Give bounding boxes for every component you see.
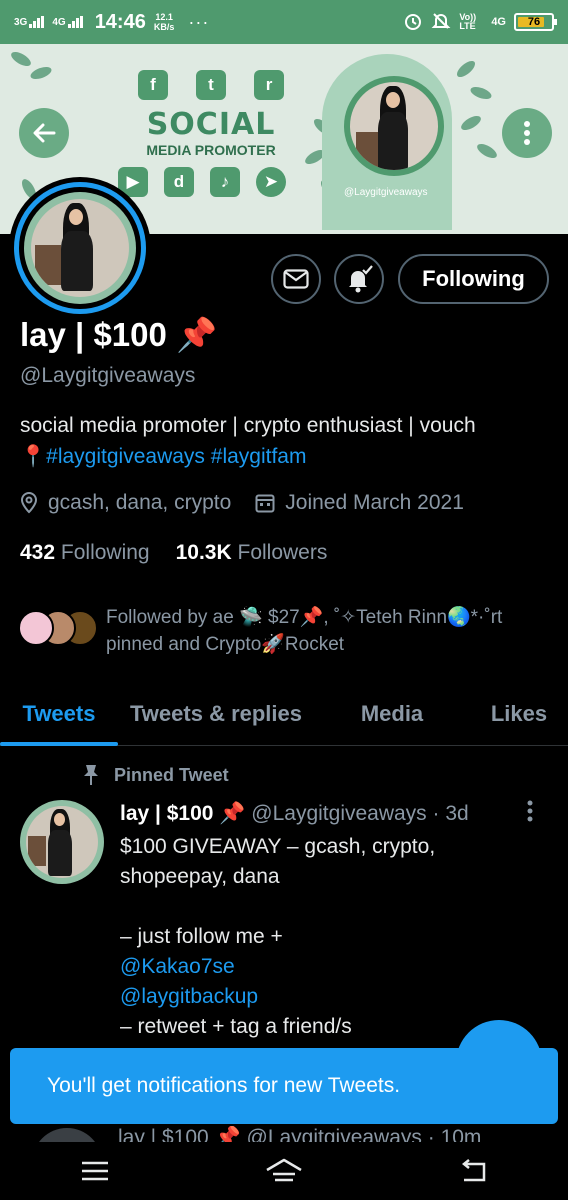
following-button[interactable]: Following xyxy=(398,254,549,304)
message-button[interactable] xyxy=(271,254,321,304)
pinned-text: Pinned Tweet xyxy=(114,764,229,785)
facebook-icon: f xyxy=(138,70,168,100)
location: gcash, dana, crypto xyxy=(20,491,231,515)
banner-title: SOCIAL MEDIA PROMOTER xyxy=(116,107,306,158)
bell-check-icon xyxy=(349,265,373,293)
clock: 14:46 xyxy=(94,10,146,33)
tiktok-icon: ♪ xyxy=(210,167,240,197)
banner-bottom-icons: ▶ d ♪ ➤ xyxy=(118,167,288,197)
display-name: lay | $100 📌 xyxy=(20,316,218,353)
mail-icon xyxy=(283,269,309,289)
net-label-3g: 3G xyxy=(14,17,28,28)
user-handle: @Laygitgiveaways xyxy=(20,364,196,387)
back-button[interactable] xyxy=(19,108,69,158)
recent-apps-button[interactable] xyxy=(65,1151,125,1191)
banner-avatar xyxy=(344,76,444,176)
more-vertical-icon xyxy=(527,800,533,822)
notifications-button[interactable] xyxy=(334,254,384,304)
tweet-avatar[interactable] xyxy=(20,800,104,884)
bio: social media promoter | crypto enthusias… xyxy=(20,410,550,472)
banner-title-line1: SOCIAL xyxy=(146,107,276,142)
tab-tweets-replies[interactable]: Tweets & replies xyxy=(118,682,314,745)
net-speed: 12.1 KB/s xyxy=(154,12,175,32)
next-tweet-peek: lay | $100 📌 @Laygitgiveaways · 10m xyxy=(20,1126,568,1142)
followers-count: 10.3K xyxy=(175,541,232,564)
followed-by-text[interactable]: Followed by ae 🛸 $27📌, ˚✧Teteh Rinn🌏*·˚r… xyxy=(106,604,546,658)
follow-counts: 432 Following 10.3K Followers xyxy=(20,541,327,565)
discord-icon: d xyxy=(164,167,194,197)
profile-avatar[interactable] xyxy=(9,177,151,319)
followers-label: Followers xyxy=(237,541,328,564)
twitter-icon: t xyxy=(196,70,226,100)
telegram-icon: ➤ xyxy=(256,167,286,197)
more-notifications: ··· xyxy=(188,11,210,32)
joined-text: Joined March 2021 xyxy=(285,491,464,514)
pin-icon xyxy=(84,765,98,785)
tweet-author[interactable]: lay | $100 📌 xyxy=(120,802,245,825)
system-nav-bar xyxy=(0,1142,568,1200)
tab-media[interactable]: Media xyxy=(314,682,470,745)
location-pin-icon xyxy=(20,492,38,514)
mention-link[interactable]: @laygitbackup xyxy=(120,982,540,1012)
notification-toast: You'll get notifications for new Tweets. xyxy=(10,1048,558,1124)
profile-tabs: Tweets Tweets & replies Media Likes xyxy=(0,682,568,746)
avatar xyxy=(32,1128,102,1142)
tweet-line: shopeepay, dana xyxy=(120,865,280,888)
battery-icon: 76 xyxy=(514,13,557,31)
menu-icon xyxy=(81,1161,108,1181)
arrow-left-icon xyxy=(33,123,56,143)
following-count: 432 xyxy=(20,541,56,564)
speed-value: 12.1 xyxy=(155,12,173,22)
tweet-handle-time: @Laygitgiveaways · 3d xyxy=(251,802,469,825)
pinned-tweet-label: Pinned Tweet xyxy=(82,764,229,786)
alarm-icon xyxy=(403,11,423,34)
tweet-body[interactable]: $100 GIVEAWAY – gcash, crypto, shopeepay… xyxy=(120,832,540,1042)
home-button[interactable] xyxy=(254,1151,314,1191)
battery-level: 76 xyxy=(527,16,541,28)
profile-meta: gcash, dana, crypto Joined March 2021 xyxy=(20,491,488,515)
tweet-line: $100 GIVEAWAY – gcash, crypto, xyxy=(120,835,436,858)
net-label-4g-2: 4G xyxy=(491,16,506,28)
signal-icon xyxy=(67,16,83,28)
network-4g: 4G xyxy=(52,16,83,28)
tweet-line: – just follow me + xyxy=(120,925,283,948)
net-label-4g: 4G xyxy=(52,17,66,28)
avatar xyxy=(18,610,54,646)
location-text: gcash, dana, crypto xyxy=(48,491,232,514)
speed-unit: KB/s xyxy=(153,22,175,32)
status-bar: 3G 4G 14:46 12.1 KB/s ··· Vo)) LTE 4G 76 xyxy=(0,0,568,44)
back-nav-button[interactable] xyxy=(443,1151,503,1191)
peek-tweet-text: lay | $100 📌 @Laygitgiveaways · 10m xyxy=(118,1126,482,1142)
tab-tweets[interactable]: Tweets xyxy=(0,682,118,746)
reddit-icon: r xyxy=(254,70,284,100)
banner-title-line2: MEDIA PROMOTER xyxy=(146,142,276,158)
status-right: Vo)) LTE 4G 76 xyxy=(403,11,557,34)
pin-emoji: 📍 xyxy=(20,445,47,468)
hashtag-link[interactable]: #laygitgiveaways xyxy=(46,445,205,468)
tweet-more-button[interactable] xyxy=(527,800,533,828)
tweet-header: lay | $100 📌 @Laygitgiveaways · 3d xyxy=(120,802,469,826)
bio-text: social media promoter | crypto enthusias… xyxy=(20,414,476,437)
mention-link[interactable]: @Kakao7se xyxy=(120,952,540,982)
join-date: Joined March 2021 xyxy=(255,491,464,515)
volte-label: Vo)) LTE xyxy=(459,12,477,31)
signal-icon xyxy=(29,16,45,28)
banner-handle: @Laygitgiveaways xyxy=(344,187,428,198)
back-icon xyxy=(462,1159,486,1182)
more-options-button[interactable] xyxy=(502,108,552,158)
following-count-link[interactable]: 432 Following xyxy=(20,541,150,565)
hashtag-link[interactable]: #laygitfam xyxy=(211,445,307,468)
status-left: 3G 4G 14:46 12.1 KB/s ··· xyxy=(14,11,209,34)
banner-top-icons: f t r xyxy=(138,70,284,100)
network-3g: 3G xyxy=(14,16,45,28)
following-label: Following xyxy=(60,541,150,564)
tab-likes[interactable]: Likes xyxy=(470,682,568,745)
followers-count-link[interactable]: 10.3K Followers xyxy=(176,541,328,565)
followed-by-avatars[interactable] xyxy=(18,604,100,646)
home-icon xyxy=(266,1158,302,1182)
silent-icon xyxy=(431,11,451,34)
calendar-icon xyxy=(255,493,275,513)
more-vertical-icon xyxy=(524,121,530,145)
